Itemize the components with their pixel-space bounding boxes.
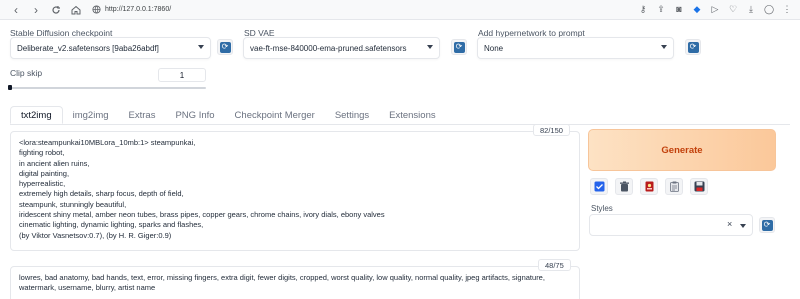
prompt-line: fighting robot,	[19, 148, 65, 158]
url-text: http://127.0.0.1:7860/	[105, 6, 172, 13]
extension-icons: ⚷ ⇪ ◙ ◆ ▷ ♡ ⤓ ◯ ⋮	[636, 2, 794, 16]
checkpoint-value: Deliberate_v2.safetensors [9aba26abdf]	[17, 43, 159, 53]
back-arrow-icon[interactable]: ‹	[8, 2, 24, 18]
prompt-line: steampunk, stunningly beautiful,	[19, 199, 127, 209]
red-card-icon	[645, 181, 653, 192]
refresh-icon: ⟳	[219, 41, 231, 53]
checkpoint-refresh-button[interactable]: ⟳	[217, 39, 233, 55]
play-icon[interactable]: ▷	[708, 2, 722, 16]
heart-icon[interactable]: ♡	[726, 2, 740, 16]
read-generation-params-button[interactable]	[665, 178, 683, 195]
browser-toolbar: ‹ › http://127.0.0.1:7860/ ⚷ ⇪ ◙ ◆ ▷ ♡ ⤓…	[0, 0, 800, 20]
negative-prompt-line: lowres, bad anatomy, bad hands, text, er…	[19, 273, 545, 282]
clear-prompt-button[interactable]	[615, 178, 633, 195]
prompt-textarea[interactable]: <lora:steampunkai10MBLora_10mb:1> steamp…	[10, 131, 580, 251]
refresh-icon: ⟳	[761, 219, 773, 231]
tab-divider	[10, 124, 790, 125]
address-bar[interactable]: http://127.0.0.1:7860/	[92, 2, 171, 18]
prompt-token-counter: 82/150	[533, 124, 570, 136]
forward-arrow-icon[interactable]: ›	[28, 2, 44, 18]
checkpoint-dropdown[interactable]: Deliberate_v2.safetensors [9aba26abdf]	[10, 37, 211, 59]
chevron-down-icon[interactable]	[740, 224, 746, 228]
save-icon	[694, 181, 704, 192]
clipboard-icon	[669, 181, 679, 192]
tab-checkpoint-merger[interactable]: Checkpoint Merger	[225, 106, 325, 124]
tab-img2img[interactable]: img2img	[63, 106, 119, 124]
apply-style-button[interactable]	[590, 178, 608, 195]
chevron-down-icon	[661, 45, 667, 49]
prompt-line: digital painting,	[19, 168, 70, 178]
refresh-icon: ⟳	[687, 41, 699, 53]
checkbox-icon	[594, 181, 604, 192]
generate-button[interactable]: Generate	[588, 129, 776, 171]
tab-txt2img[interactable]: txt2img	[10, 106, 63, 124]
chevron-down-icon	[427, 45, 433, 49]
share-icon[interactable]: ⇪	[654, 2, 668, 16]
prompt-line: iridescent shiny metal, amber neon tubes…	[19, 210, 385, 220]
chevron-down-icon	[198, 45, 204, 49]
styles-label: Styles	[591, 204, 613, 213]
tab-png-info[interactable]: PNG Info	[165, 106, 224, 124]
download-icon[interactable]: ⤓	[744, 2, 758, 16]
trash-icon	[619, 181, 629, 192]
globe-icon	[92, 5, 101, 14]
refresh-icon: ⟳	[453, 41, 465, 53]
user-icon[interactable]: ◯	[762, 2, 776, 16]
prompt-line: cinematic lighting, dynamic lighting, sp…	[19, 220, 204, 230]
clip-skip-slider-track[interactable]	[10, 87, 206, 89]
clip-skip-slider-handle[interactable]	[8, 85, 12, 90]
prompt-line: hyperrealistic,	[19, 179, 66, 189]
close-icon[interactable]: ×	[727, 219, 732, 229]
menu-icon[interactable]: ⋮	[780, 2, 794, 16]
key-icon[interactable]: ⚷	[636, 2, 650, 16]
main-tabs: txt2img img2img Extras PNG Info Checkpoi…	[10, 106, 446, 124]
reload-icon[interactable]	[48, 2, 64, 18]
hypernetwork-refresh-button[interactable]: ⟳	[685, 39, 701, 55]
prompt-line: <lora:steampunkai10MBLora_10mb:1> steamp…	[19, 138, 196, 147]
shield-icon[interactable]: ◆	[690, 2, 704, 16]
hypernetwork-dropdown[interactable]: None	[477, 37, 674, 59]
camera-icon[interactable]: ◙	[672, 2, 686, 16]
vae-value: vae-ft-mse-840000-ema-pruned.safetensors	[250, 43, 407, 53]
prompt-line: in ancient alien ruins,	[19, 158, 90, 168]
home-icon[interactable]	[68, 2, 84, 18]
negative-prompt-textarea[interactable]: lowres, bad anatomy, bad hands, text, er…	[10, 266, 580, 299]
styles-refresh-button[interactable]: ⟳	[759, 217, 775, 233]
clip-skip-input[interactable]: 1	[158, 68, 206, 82]
tab-settings[interactable]: Settings	[325, 106, 379, 124]
negative-prompt-line: watermark, username, blurry, artist name	[19, 283, 156, 293]
tab-extras[interactable]: Extras	[119, 106, 166, 124]
clip-skip-label: Clip skip	[10, 68, 43, 78]
save-style-button[interactable]	[690, 178, 708, 195]
vae-refresh-button[interactable]: ⟳	[451, 39, 467, 55]
prompt-line: (by Viktor Vasnetsov:0.7), (by H. R. Gig…	[19, 230, 172, 240]
negative-prompt-token-counter: 48/75	[538, 259, 571, 271]
tab-extensions[interactable]: Extensions	[379, 106, 445, 124]
vae-dropdown[interactable]: vae-ft-mse-840000-ema-pruned.safetensors	[243, 37, 440, 59]
show-extra-networks-button[interactable]	[640, 178, 658, 195]
hypernetwork-value: None	[484, 43, 504, 53]
prompt-line: extremely high details, sharp focus, dep…	[19, 189, 184, 199]
